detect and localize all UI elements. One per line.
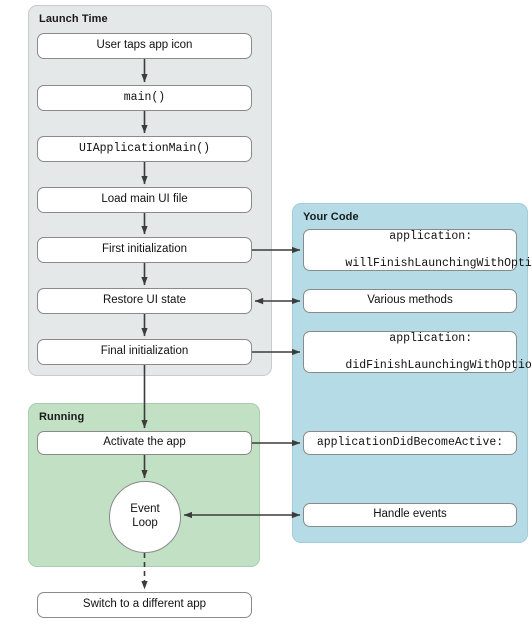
node-did-finish-launching-with-options-label: application: didFinishLaunchingWithOptio… — [304, 318, 532, 386]
node-uiapplicationmain-label: UIApplicationMain() — [78, 142, 211, 156]
node-will-finish-line1: application: — [389, 229, 473, 243]
node-event-loop-line1: Event — [130, 503, 160, 516]
node-final-initialization[interactable]: Final initialization — [37, 339, 252, 365]
node-various-methods[interactable]: Various methods — [303, 289, 517, 313]
node-first-initialization[interactable]: First initialization — [37, 237, 252, 263]
node-will-finish-launching-with-options-label: application: willFinishLaunchingWithOpti… — [304, 216, 532, 284]
node-various-methods-label: Various methods — [367, 294, 453, 307]
node-first-initialization-label: First initialization — [102, 243, 187, 256]
node-load-main-ui-file-label: Load main UI file — [101, 193, 188, 206]
panel-running-title: Running — [39, 411, 85, 423]
node-application-did-become-active-label: applicationDidBecomeActive: — [316, 436, 504, 450]
node-final-initialization-label: Final initialization — [100, 345, 189, 358]
node-handle-events-label: Handle events — [373, 508, 447, 521]
node-uiapplicationmain[interactable]: UIApplicationMain() — [37, 136, 252, 162]
node-will-finish-launching-with-options[interactable]: application: willFinishLaunchingWithOpti… — [303, 229, 532, 271]
node-switch-to-a-different-app-label: Switch to a different app — [82, 598, 207, 611]
node-event-loop-label: Event Loop — [130, 503, 159, 530]
node-main-label: main() — [123, 91, 166, 105]
node-activate-the-app-label: Activate the app — [103, 436, 186, 449]
node-user-taps-app-icon[interactable]: User taps app icon — [37, 33, 252, 59]
node-event-loop[interactable]: Event Loop — [109, 481, 181, 553]
node-activate-the-app[interactable]: Activate the app — [37, 431, 252, 455]
node-restore-ui-state[interactable]: Restore UI state — [37, 288, 252, 314]
node-main[interactable]: main() — [37, 85, 252, 111]
node-restore-ui-state-label: Restore UI state — [102, 294, 187, 307]
node-event-loop-line2: Loop — [132, 517, 158, 529]
panel-launch-time-title: Launch Time — [39, 13, 108, 25]
node-application-did-become-active[interactable]: applicationDidBecomeActive: — [303, 431, 517, 455]
node-switch-to-a-different-app[interactable]: Switch to a different app — [37, 592, 252, 618]
node-did-finish-line2: didFinishLaunchingWithOptions: — [345, 358, 532, 372]
node-handle-events[interactable]: Handle events — [303, 503, 517, 527]
node-load-main-ui-file[interactable]: Load main UI file — [37, 187, 252, 213]
node-will-finish-line2: willFinishLaunchingWithOptions: — [345, 256, 532, 270]
node-user-taps-app-icon-label: User taps app icon — [96, 39, 193, 52]
node-did-finish-launching-with-options[interactable]: application: didFinishLaunchingWithOptio… — [303, 331, 532, 373]
node-did-finish-line1: application: — [389, 331, 473, 345]
flowchart-canvas: Launch Time Your Code Running User taps … — [0, 0, 532, 631]
